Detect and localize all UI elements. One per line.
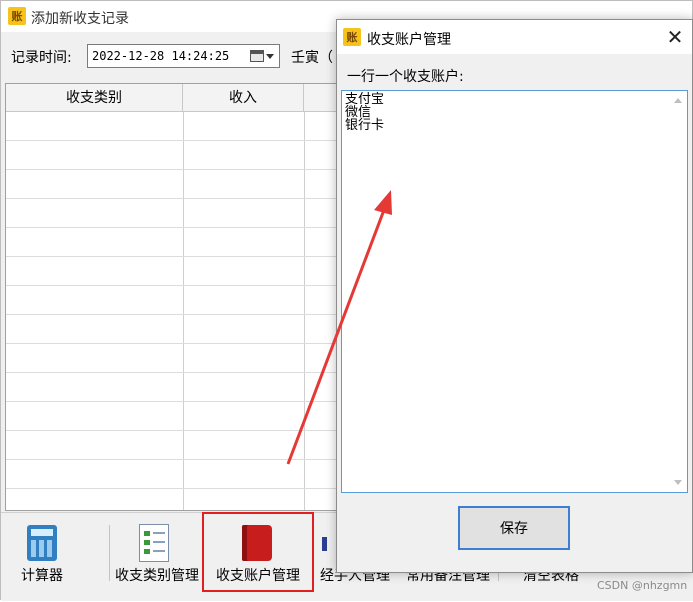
table-row[interactable] [6, 227, 338, 228]
app-ledger-icon: 账 [343, 28, 361, 46]
calculator-icon [27, 525, 57, 561]
app-ledger-icon: 账 [8, 7, 26, 25]
account-management-dialog: 账 收支账户管理 ✕ 一行一个收支账户: 支付宝 微信 银行卡 保存 [336, 19, 693, 573]
table-row[interactable] [6, 401, 338, 402]
column-header-category[interactable]: 收支类别 [6, 84, 183, 112]
scroll-up-icon[interactable] [674, 98, 682, 103]
records-table-header: 收支类别 收入 [6, 84, 338, 112]
dropdown-arrow-icon[interactable] [266, 53, 274, 59]
table-row[interactable] [6, 372, 338, 373]
accounts-textarea[interactable]: 支付宝 微信 银行卡 [341, 90, 688, 493]
calendar-icon[interactable] [250, 50, 264, 62]
category-list-icon [139, 524, 169, 562]
table-row[interactable] [6, 285, 338, 286]
table-column-divider [304, 112, 305, 510]
category-management-button[interactable]: 收支类别管理 [113, 513, 201, 602]
account-line: 微信 [345, 105, 372, 120]
scroll-down-icon[interactable] [674, 480, 682, 485]
save-button[interactable]: 保存 [458, 506, 570, 550]
table-row[interactable] [6, 314, 338, 315]
toolbar-separator [109, 525, 110, 581]
table-row[interactable] [6, 430, 338, 431]
account-line: 银行卡 [345, 118, 385, 133]
table-row[interactable] [6, 256, 338, 257]
calculator-button[interactable]: 计算器 [13, 513, 103, 602]
table-row[interactable] [6, 488, 338, 489]
account-line: 支付宝 [345, 92, 385, 107]
close-icon[interactable]: ✕ [662, 24, 688, 50]
highlight-annotation-box [202, 512, 314, 592]
records-table[interactable]: 收支类别 收入 [5, 83, 339, 511]
dialog-title: 收支账户管理 [367, 32, 451, 48]
lunar-date-text: 壬寅（ [291, 50, 333, 66]
record-time-label: 记录时间: [11, 50, 72, 66]
dialog-titlebar[interactable]: 账 收支账户管理 ✕ [337, 20, 692, 54]
vertical-scrollbar[interactable] [670, 92, 686, 491]
accounts-instruction-label: 一行一个收支账户: [347, 69, 464, 85]
calculator-label: 计算器 [21, 568, 63, 584]
record-time-picker[interactable]: 2022-12-28 14:24:25 [87, 44, 280, 68]
table-column-divider [183, 112, 184, 510]
record-time-value[interactable]: 2022-12-28 14:24:25 [88, 49, 250, 63]
table-row[interactable] [6, 140, 338, 141]
category-management-label: 收支类别管理 [115, 568, 199, 584]
column-header-income[interactable]: 收入 [183, 84, 304, 112]
main-window-title: 添加新收支记录 [31, 11, 129, 27]
table-row[interactable] [6, 343, 338, 344]
table-row[interactable] [6, 169, 338, 170]
table-row[interactable] [6, 198, 338, 199]
handler-icon [322, 537, 327, 551]
watermark-text: CSDN @nhzgmn [597, 579, 688, 592]
table-row[interactable] [6, 459, 338, 460]
